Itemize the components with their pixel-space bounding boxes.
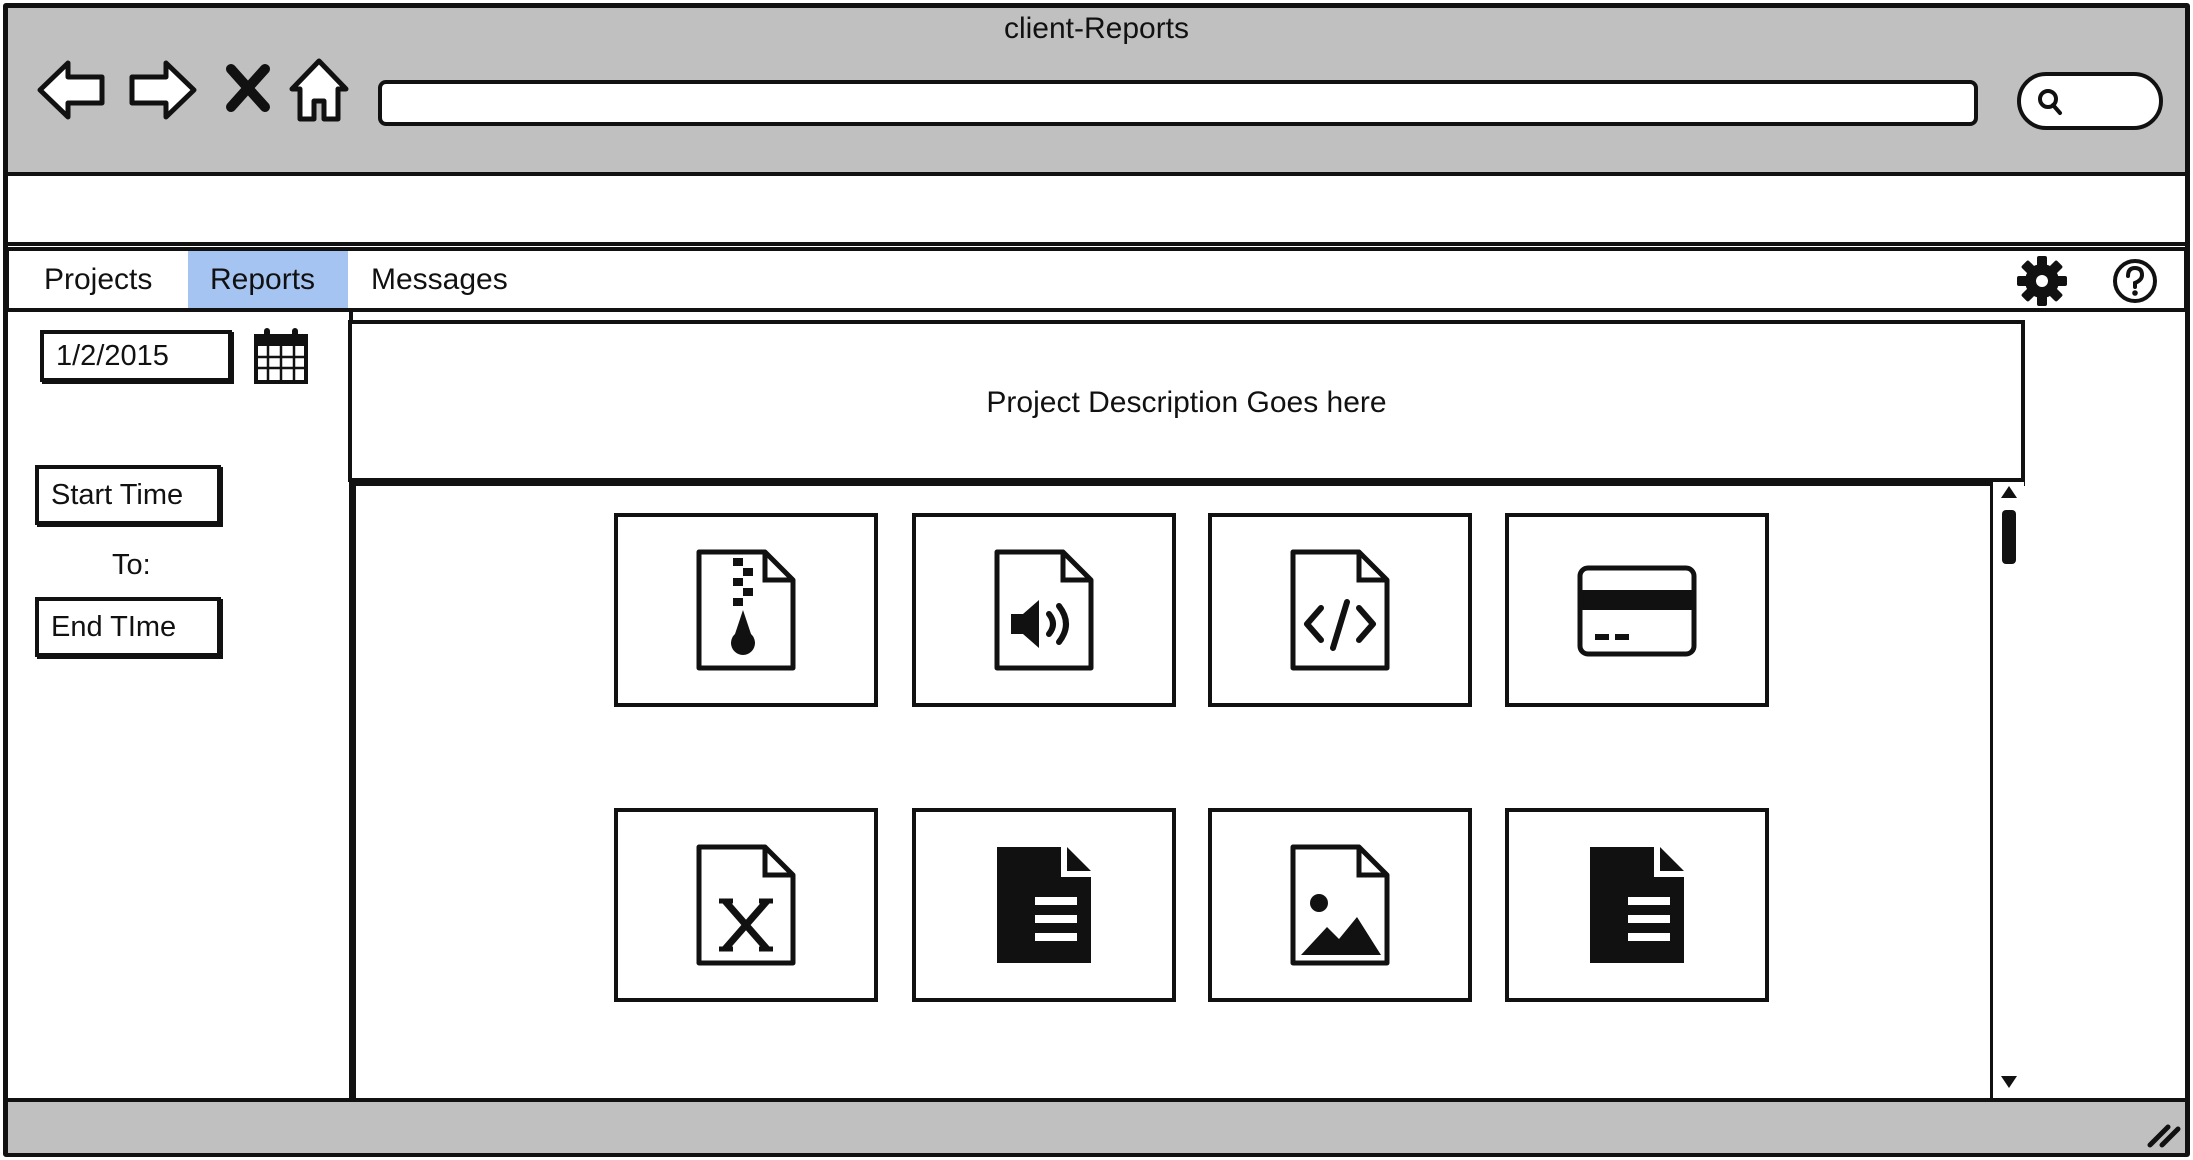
- gear-icon[interactable]: [2015, 254, 2069, 308]
- report-tile-document[interactable]: [912, 808, 1176, 1002]
- window-title: client-Reports: [1003, 12, 1190, 45]
- credit-card-icon: [1577, 565, 1697, 657]
- start-time-field[interactable]: Start Time: [35, 465, 221, 525]
- report-tile-card[interactable]: [1505, 513, 1769, 707]
- scrollbar-thumb[interactable]: [2002, 510, 2016, 564]
- forward-icon[interactable]: [126, 55, 198, 125]
- stop-icon[interactable]: [225, 55, 271, 125]
- home-icon[interactable]: [288, 55, 350, 125]
- audio-file-icon: [994, 549, 1094, 671]
- document-file-icon: [997, 847, 1091, 963]
- resize-grip-icon[interactable]: [2146, 1115, 2182, 1149]
- search-icon: [2038, 89, 2062, 115]
- excel-file-icon: [696, 844, 796, 966]
- calendar-icon[interactable]: [252, 326, 310, 386]
- date-input[interactable]: 1/2/2015: [40, 330, 232, 382]
- vertical-scrollbar[interactable]: [1990, 482, 2024, 1098]
- tab-reports[interactable]: Reports: [188, 251, 348, 308]
- search-field[interactable]: [2017, 72, 2163, 130]
- help-icon[interactable]: [2110, 256, 2160, 306]
- end-time-field[interactable]: End TIme: [35, 597, 221, 657]
- report-tile-excel[interactable]: [614, 808, 878, 1002]
- image-file-icon: [1290, 844, 1390, 966]
- status-bar: [8, 1098, 2185, 1153]
- back-icon[interactable]: [36, 55, 108, 125]
- tab-messages[interactable]: Messages: [349, 251, 530, 308]
- zip-file-icon: [696, 549, 796, 671]
- address-bar[interactable]: [378, 80, 1978, 126]
- report-tile-image[interactable]: [1208, 808, 1472, 1002]
- report-grid: [352, 482, 2025, 1098]
- report-tile-document-2[interactable]: [1505, 808, 1769, 1002]
- report-tile-audio[interactable]: [912, 513, 1176, 707]
- code-file-icon: [1290, 549, 1390, 671]
- bookmark-bar: [8, 180, 2185, 246]
- project-description: Project Description Goes here: [348, 320, 2025, 482]
- tab-projects[interactable]: Projects: [22, 251, 174, 308]
- to-label: To:: [112, 549, 151, 581]
- sidebar: [8, 312, 353, 1098]
- report-tile-code[interactable]: [1208, 513, 1472, 707]
- scroll-up-icon[interactable]: [1999, 484, 2019, 500]
- scroll-down-icon[interactable]: [1999, 1074, 2019, 1090]
- report-tile-zip[interactable]: [614, 513, 878, 707]
- document-file-icon: [1590, 847, 1684, 963]
